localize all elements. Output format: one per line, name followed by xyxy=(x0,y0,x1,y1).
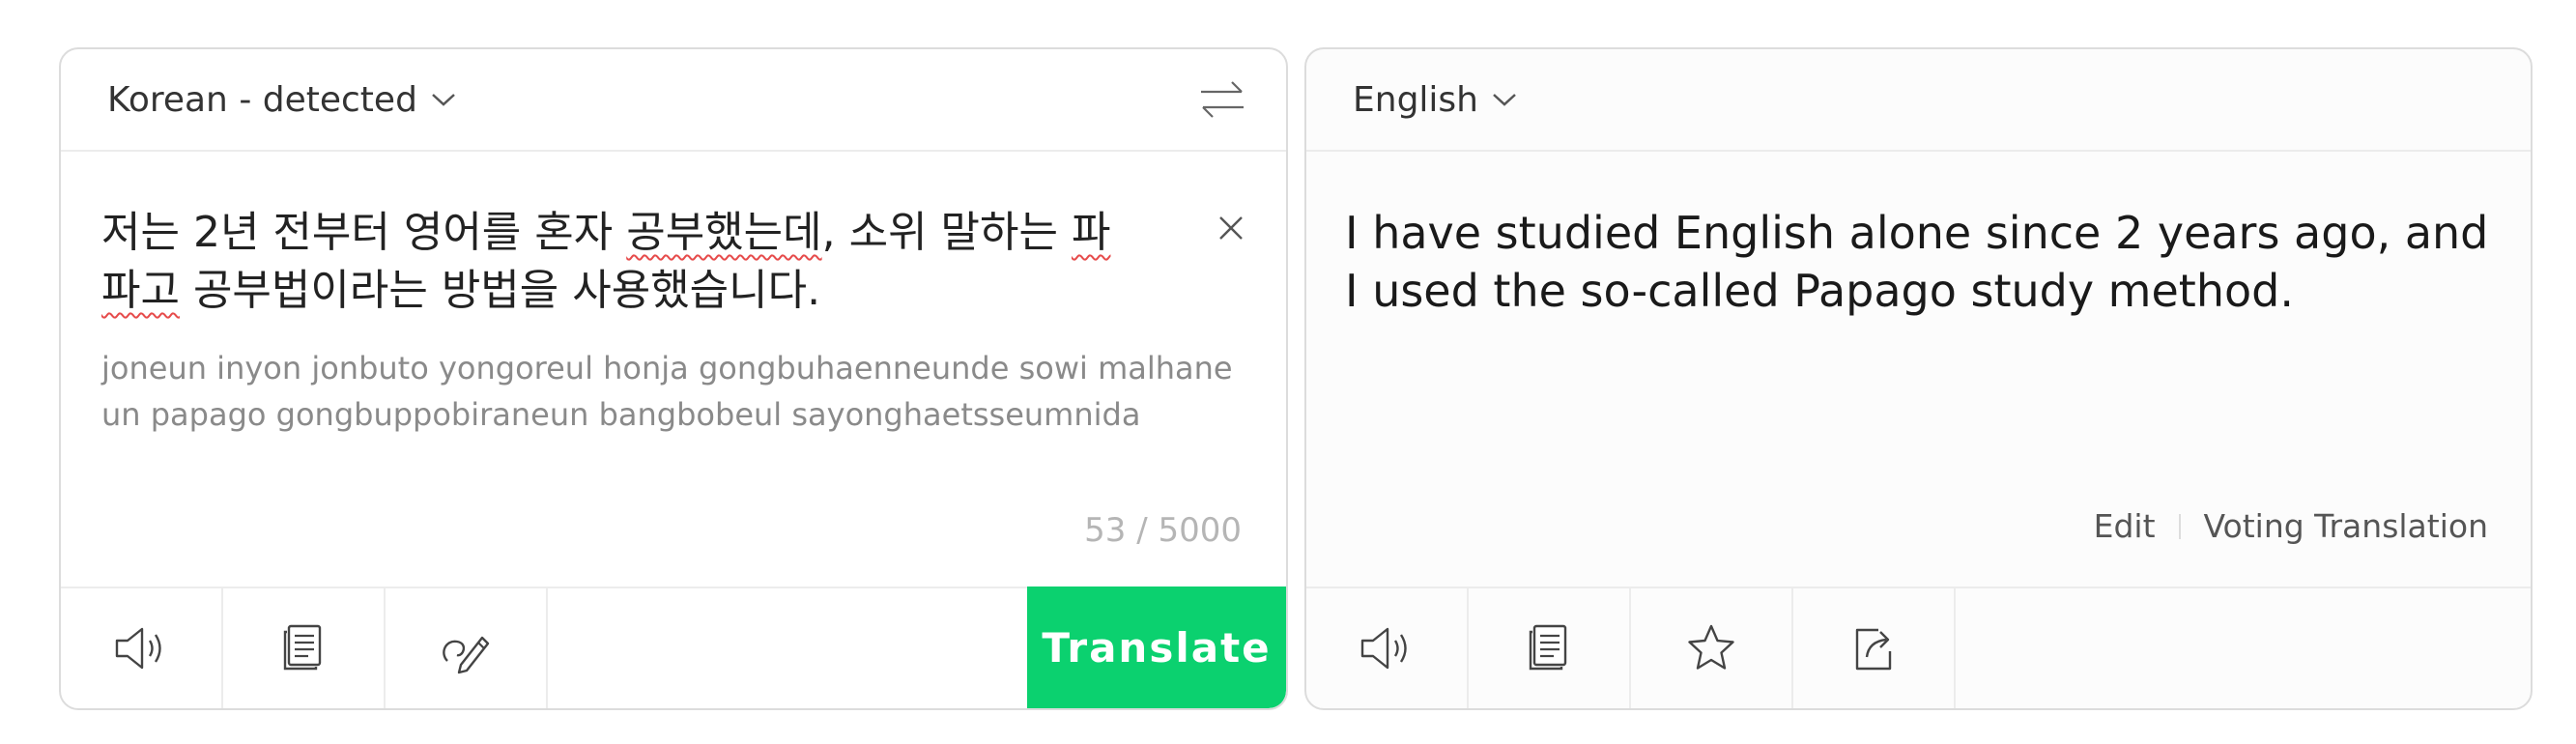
romanization-text: joneun inyon jonbuto yongoreul honja gon… xyxy=(101,350,1233,433)
translate-button[interactable]: Translate xyxy=(1027,587,1286,708)
target-share-button[interactable] xyxy=(1793,588,1956,708)
handwriting-icon xyxy=(443,636,490,674)
target-favorite-button[interactable] xyxy=(1631,588,1793,708)
spellcheck-word[interactable]: 파 xyxy=(1072,208,1110,257)
target-panel: English I have studied English alone sin… xyxy=(1304,47,2533,710)
source-panel: Korean - detected 저는 2년 전부터 영어를 혼자 공부했는데… xyxy=(59,47,1288,710)
source-text-input[interactable]: 저는 2년 전부터 영어를 혼자 공부했는데, 소위 말하는 파 파고 공부법이… xyxy=(101,204,1164,320)
source-language-bar: Korean - detected xyxy=(61,49,1286,152)
character-counter: 53 / 5000 xyxy=(1084,511,1242,550)
divider xyxy=(2178,513,2181,539)
target-language-select[interactable]: English xyxy=(1353,80,1517,120)
chevron-down-icon xyxy=(1493,94,1516,106)
voting-translation-link[interactable]: Voting Translation xyxy=(2204,507,2488,545)
copy-icon xyxy=(1529,624,1567,671)
source-copy-button[interactable] xyxy=(223,588,386,708)
chevron-down-icon xyxy=(432,94,455,106)
source-language-label: Korean - detected xyxy=(107,79,417,120)
star-icon xyxy=(1688,624,1734,670)
target-toolbar xyxy=(1306,587,2531,708)
target-language-bar: English xyxy=(1306,49,2531,152)
source-listen-button[interactable] xyxy=(61,588,223,708)
source-text-segment: , 소위 말하는 xyxy=(821,208,1072,257)
source-text-segment: 저는 2년 전부터 영어를 혼자 xyxy=(101,208,627,257)
translation-actions: Edit Voting Translation xyxy=(2094,507,2488,545)
copy-icon xyxy=(283,624,322,671)
swap-icon[interactable] xyxy=(1197,76,1247,123)
close-icon[interactable] xyxy=(1215,212,1247,244)
source-toolbar: Translate xyxy=(61,587,1286,708)
speaker-icon xyxy=(1360,627,1407,670)
source-text-line-2: 파고 공부법이라는 방법을 사용했습니다. xyxy=(101,262,1164,320)
source-text-segment: 공부법이라는 방법을 사용했습니다. xyxy=(179,266,821,315)
edit-link[interactable]: Edit xyxy=(2094,507,2156,545)
translation-output: I have studied English alone since 2 yea… xyxy=(1345,207,2489,317)
target-language-label: English xyxy=(1353,79,1478,120)
share-icon xyxy=(1855,628,1892,671)
speaker-icon xyxy=(115,627,161,670)
target-copy-button[interactable] xyxy=(1469,588,1631,708)
target-listen-button[interactable] xyxy=(1306,588,1469,708)
source-handwriting-button[interactable] xyxy=(386,588,548,708)
spellcheck-word[interactable]: 공부했는데 xyxy=(626,208,821,257)
source-language-select[interactable]: Korean - detected xyxy=(107,80,456,120)
source-text-line-1: 저는 2년 전부터 영어를 혼자 공부했는데, 소위 말하는 파 xyxy=(101,204,1164,262)
spellcheck-word[interactable]: 파고 xyxy=(101,266,180,315)
